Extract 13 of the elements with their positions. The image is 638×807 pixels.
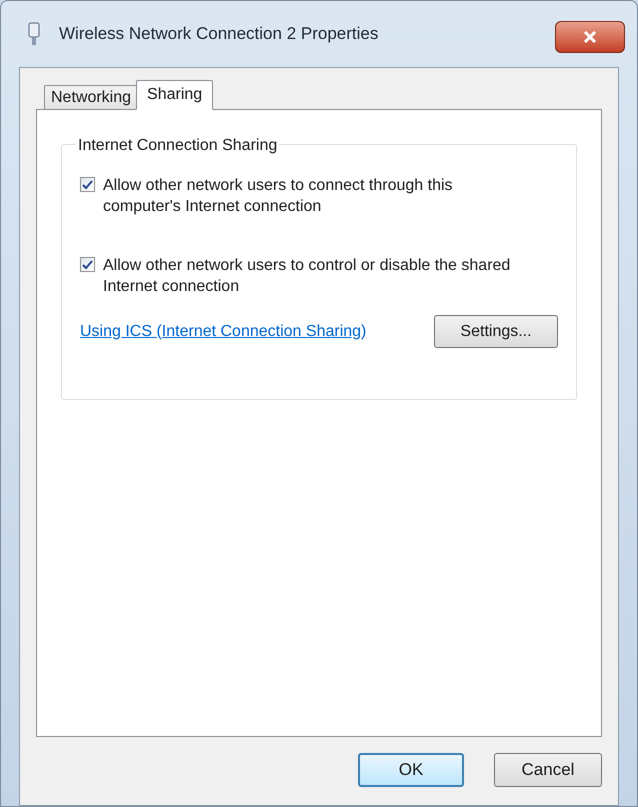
close-icon [583, 31, 597, 43]
dialog-button[interactable]: Cancel [494, 753, 602, 787]
checkbox[interactable] [80, 257, 95, 272]
checkbox-label: Allow other network users to connect through this computer's Internet connection [103, 176, 454, 217]
dialog-button[interactable]: OK [358, 753, 464, 787]
tab[interactable]: Networking [44, 85, 138, 110]
window-title: Wireless Network Connection 2 Properties [59, 23, 378, 46]
checkbox[interactable] [80, 177, 95, 192]
checkbox-label: Allow other network users to control or disable the shared Internet connection [103, 256, 512, 297]
settings-button[interactable]: Settings... [434, 315, 558, 348]
close-button[interactable] [555, 21, 625, 53]
help-link[interactable]: Using ICS (Internet Connection Sharing) [80, 320, 366, 344]
tab[interactable]: Sharing [136, 80, 214, 110]
